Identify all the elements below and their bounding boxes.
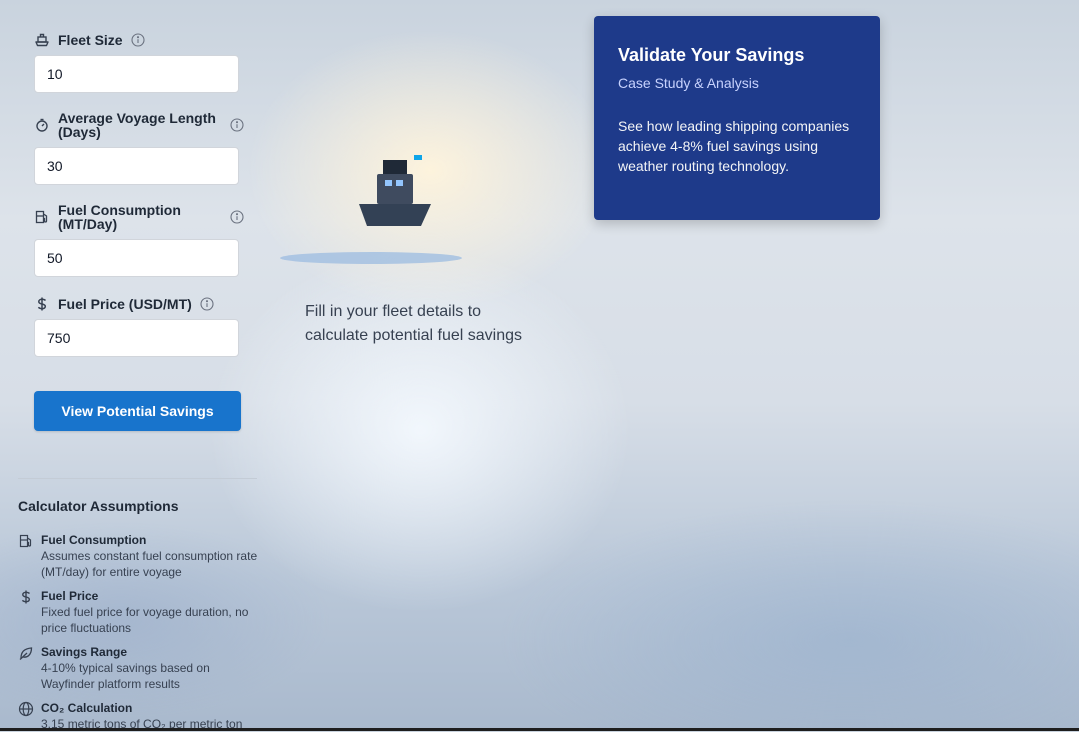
fuel-consumption-label: Fuel Consumption (MT/Day) (58, 202, 181, 232)
fuel-consumption-input[interactable]: 50 (34, 239, 239, 277)
ship-icon (34, 32, 50, 48)
dollar-icon (18, 589, 34, 605)
case-study-card[interactable]: Validate Your Savings Case Study & Analy… (594, 16, 880, 220)
divider (18, 478, 257, 479)
ship-illustration (355, 150, 435, 230)
info-icon[interactable] (230, 118, 244, 132)
globe-icon (18, 701, 34, 717)
view-savings-button[interactable]: View Potential Savings (34, 391, 241, 431)
voyage-length-input[interactable]: 30 (34, 147, 239, 185)
fleet-size-input[interactable]: 10 (34, 55, 239, 93)
case-study-title: Validate Your Savings (618, 45, 805, 65)
voyage-length-label: Average Voyage Length (Days) (58, 110, 216, 140)
fleet-size-label: Fleet Size (58, 32, 123, 48)
dollar-icon (34, 296, 50, 312)
ship-shadow (280, 252, 462, 264)
fuel-price-label-row: Fuel Price (USD/MT) (34, 296, 244, 312)
assumption-desc: Assumes constant fuel consumption rate (… (41, 549, 258, 579)
fuel-consumption-label-row: Fuel Consumption (MT/Day) (34, 203, 244, 231)
fuel-pump-icon (34, 209, 50, 225)
fleet-size-label-row: Fleet Size (34, 32, 244, 48)
calculator-form-panel: Fleet Size 10 Average Voyage Length (Day… (0, 0, 275, 731)
assumption-title: Fuel Price (41, 589, 99, 603)
timer-icon (34, 117, 50, 133)
assumption-title: Fuel Consumption (41, 533, 147, 547)
assumption-item: Savings Range 4-10% typical savings base… (18, 644, 263, 692)
leaf-icon (18, 645, 34, 661)
info-icon[interactable] (230, 210, 244, 224)
empty-state-message: Fill in your fleet details to calculate … (305, 303, 523, 344)
assumption-desc: Fixed fuel price for voyage duration, no… (41, 605, 249, 635)
case-study-subtitle: Case Study & Analysis (618, 75, 759, 91)
fuel-price-label: Fuel Price (USD/MT) (58, 296, 192, 312)
assumptions-title: Calculator Assumptions (18, 498, 179, 514)
case-study-body: See how leading shipping companies achie… (618, 118, 850, 174)
fuel-pump-icon (18, 533, 34, 549)
info-icon[interactable] (131, 33, 145, 47)
assumption-title: CO₂ Calculation (41, 701, 133, 715)
fuel-price-input[interactable]: 750 (34, 319, 239, 357)
assumption-title: Savings Range (41, 645, 128, 659)
assumption-desc: 4-10% typical savings based on Wayfinder… (41, 661, 210, 691)
voyage-length-label-row: Average Voyage Length (Days) (34, 111, 244, 139)
info-icon[interactable] (200, 297, 214, 311)
assumption-item: Fuel Consumption Assumes constant fuel c… (18, 532, 263, 580)
assumption-item: Fuel Price Fixed fuel price for voyage d… (18, 588, 263, 636)
